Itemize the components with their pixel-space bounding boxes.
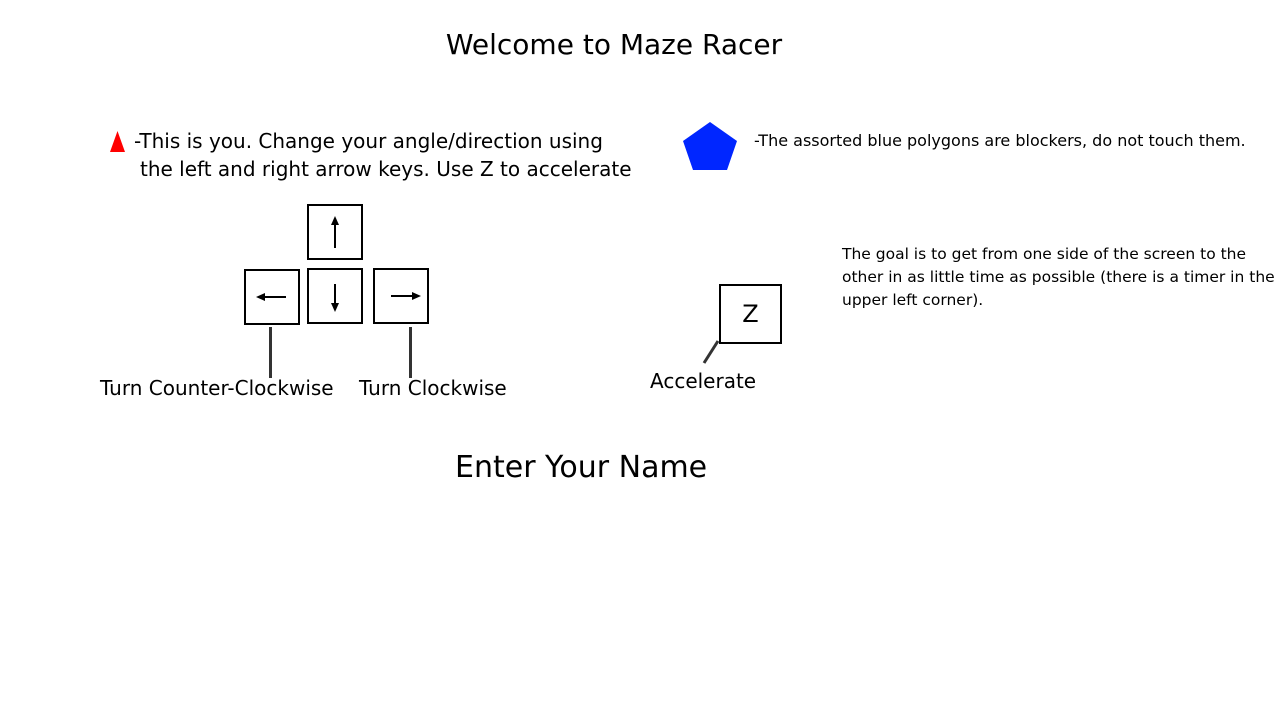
left-key-pointer-line: [269, 327, 272, 378]
z-key-letter: Z: [742, 300, 759, 328]
player-description-line1: -This is you. Change your angle/directio…: [134, 129, 603, 153]
up-arrow-key: [307, 204, 363, 260]
turn-clockwise-label: Turn Clockwise: [359, 376, 507, 400]
page-title: Welcome to Maze Racer: [445, 28, 783, 61]
left-arrow-icon: [256, 293, 286, 301]
turn-counter-clockwise-label: Turn Counter-Clockwise: [100, 376, 334, 400]
enter-name-prompt[interactable]: Enter Your Name: [455, 450, 707, 485]
goal-description: The goal is to get from one side of the …: [842, 245, 1275, 309]
up-arrow-icon: [331, 216, 339, 248]
blocker-description: -The assorted blue polygons are blockers…: [754, 131, 1246, 150]
accelerate-label: Accelerate: [650, 369, 757, 393]
blue-pentagon-icon: [683, 122, 737, 170]
right-arrow-icon: [391, 292, 421, 300]
red-triangle-icon: [110, 131, 125, 152]
right-arrow-key: [373, 268, 429, 324]
player-description-line2: the left and right arrow keys. Use Z to …: [140, 157, 632, 181]
right-key-pointer-line: [409, 327, 412, 378]
left-arrow-key: [244, 269, 300, 325]
down-arrow-key: [307, 268, 363, 324]
down-arrow-icon: [331, 284, 339, 312]
z-key: Z: [719, 284, 782, 344]
z-key-pointer-line: [702, 340, 720, 364]
